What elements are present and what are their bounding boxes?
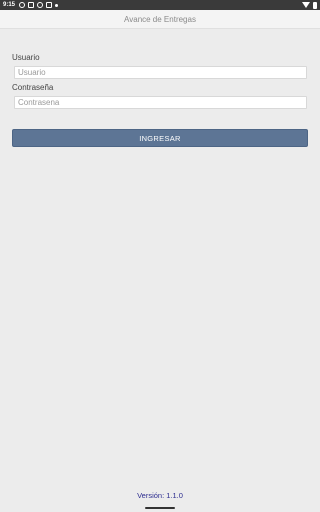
status-icons-left (19, 2, 59, 8)
dot-icon (55, 3, 59, 7)
status-icons-right (302, 1, 317, 9)
wifi-icon (302, 2, 310, 8)
home-indicator[interactable] (145, 507, 175, 509)
page-title: Avance de Entregas (124, 14, 196, 24)
app-bar: Avance de Entregas (0, 10, 320, 29)
password-label: Contraseña (12, 83, 54, 92)
username-input[interactable] (14, 66, 307, 79)
notification-icon (19, 2, 26, 8)
status-bar: 9:15 (0, 0, 320, 10)
version-label: Versión: 1.1.0 (137, 491, 183, 500)
data-icon (46, 2, 53, 8)
sync-icon (37, 2, 44, 8)
image-icon (28, 2, 35, 8)
login-form: Usuario Contraseña (12, 52, 308, 109)
status-time: 9:15 (3, 2, 16, 8)
battery-icon (313, 1, 317, 9)
username-label: Usuario (12, 53, 40, 62)
password-input[interactable] (14, 96, 307, 109)
nav-bar (0, 505, 320, 512)
login-button[interactable]: INGRESAR (12, 129, 308, 147)
